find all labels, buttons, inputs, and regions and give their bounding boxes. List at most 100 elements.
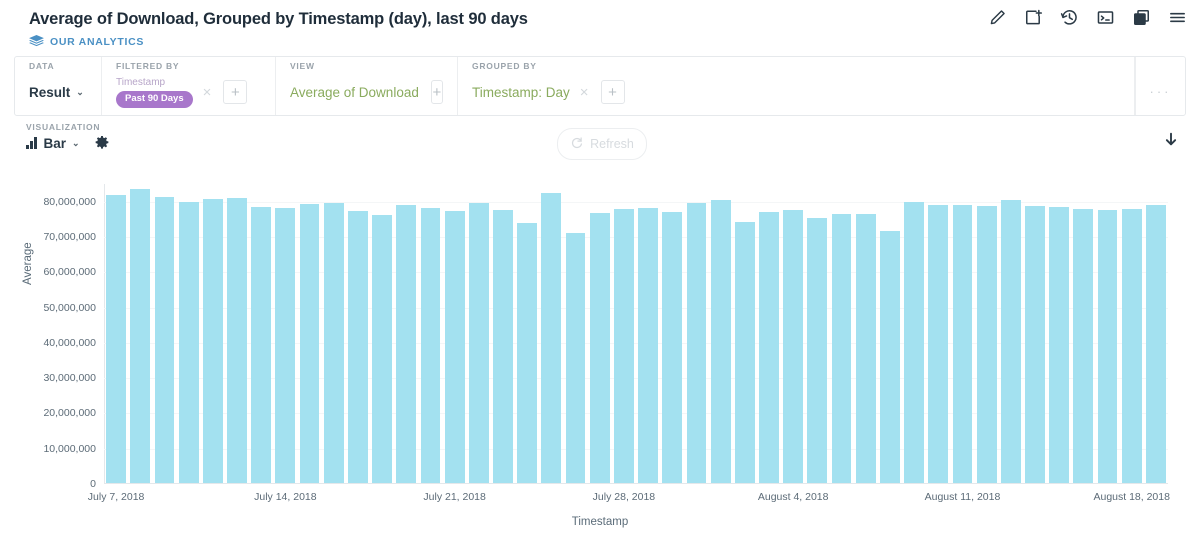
bar[interactable] (154, 197, 175, 483)
bar[interactable] (202, 198, 223, 483)
bar[interactable] (517, 222, 538, 483)
bar[interactable] (879, 231, 900, 483)
bar[interactable] (638, 207, 658, 483)
bar[interactable] (130, 189, 151, 483)
bar[interactable] (1025, 206, 1045, 483)
x-axis-line (104, 483, 1168, 484)
bar[interactable] (613, 209, 634, 483)
bar[interactable] (323, 203, 344, 483)
bar[interactable] (855, 213, 876, 483)
y-axis-tick: 60,000,000 (43, 266, 96, 279)
filter-value-pill[interactable]: Past 90 Days (116, 90, 193, 108)
view-measure[interactable]: Average of Download (290, 85, 419, 100)
x-axis-tick: August 18, 2018 (1093, 491, 1170, 503)
group-dimension[interactable]: Timestamp: Day (472, 85, 570, 100)
bar[interactable] (1097, 210, 1118, 483)
x-axis-tick: July 21, 2018 (423, 491, 486, 503)
page-header: Average of Download, Grouped by Timestam… (0, 0, 1200, 50)
y-axis-tick: 0 (90, 478, 96, 490)
bar-chart-icon (26, 137, 37, 149)
header-actions (986, 6, 1188, 28)
chevron-down-icon-viz: ⌄ (72, 138, 80, 149)
bar[interactable] (952, 204, 973, 483)
y-axis-tick: 80,000,000 (43, 195, 96, 208)
grouped-by-section-label: GROUPED BY (472, 61, 537, 71)
bar[interactable] (444, 211, 465, 483)
bar[interactable] (275, 208, 296, 483)
add-to-dashboard-icon[interactable] (1022, 6, 1044, 28)
x-axis-tick: July 14, 2018 (254, 491, 317, 503)
bar[interactable] (928, 204, 949, 483)
refresh-label: Refresh (590, 137, 634, 151)
add-group-button[interactable]: + (600, 80, 625, 104)
bar[interactable] (589, 213, 610, 483)
bar[interactable] (396, 205, 417, 483)
bar[interactable] (299, 204, 320, 483)
chart-plot-area: 0 10,000,000 20,000,000 30,000,000 40,000,00… (43, 184, 1170, 503)
bar[interactable] (468, 203, 489, 483)
bar[interactable] (976, 205, 997, 483)
query-bar: DATA Result ⌄ FILTERED BY Timestamp Past … (14, 56, 1186, 116)
data-section-label: DATA (29, 61, 55, 71)
remove-filter-button[interactable]: × (203, 85, 212, 100)
x-axis-tick: July 7, 2018 (87, 491, 145, 503)
bar[interactable] (541, 193, 562, 483)
query-section-grouped-by: GROUPED BY Timestamp: Day × + (458, 57, 1135, 115)
y-axis-tick: 20,000,000 (43, 407, 96, 420)
bar[interactable] (178, 201, 199, 483)
download-icon[interactable] (1162, 131, 1180, 149)
filter-chip[interactable]: Timestamp Past 90 Days (116, 77, 193, 108)
bar[interactable] (1049, 206, 1070, 483)
bar[interactable] (372, 214, 392, 483)
edit-icon[interactable] (986, 6, 1008, 28)
y-axis-title: Average (22, 242, 34, 285)
bar[interactable] (734, 221, 755, 483)
y-axis-tick: 10,000,000 (43, 442, 96, 455)
bar[interactable] (1073, 209, 1094, 483)
x-axis-tick: August 11, 2018 (924, 491, 1001, 503)
query-section-filter: FILTERED BY Timestamp Past 90 Days × + (102, 57, 276, 115)
chevron-down-icon: ⌄ (76, 87, 84, 98)
bar[interactable] (493, 209, 513, 483)
x-axis-title: Timestamp (571, 516, 629, 528)
bar[interactable] (565, 232, 586, 483)
query-overflow-button[interactable]: ··· (1150, 84, 1172, 99)
filter-section-label: FILTERED BY (116, 61, 180, 71)
bar[interactable] (710, 200, 731, 483)
refresh-icon (570, 136, 584, 153)
bar[interactable] (1145, 204, 1166, 483)
bar[interactable] (759, 211, 779, 483)
bar[interactable] (1000, 199, 1021, 483)
history-icon[interactable] (1058, 6, 1080, 28)
bar[interactable] (347, 210, 368, 483)
y-axis-tick: 50,000,000 (43, 301, 96, 314)
refresh-button[interactable]: Refresh (557, 128, 647, 160)
bar[interactable] (251, 206, 272, 483)
data-source-select[interactable]: Result ⌄ (29, 85, 84, 100)
add-filter-button[interactable]: + (223, 80, 248, 104)
bar[interactable] (106, 195, 126, 483)
bar[interactable] (1121, 209, 1142, 483)
menu-icon[interactable] (1166, 6, 1188, 28)
console-icon[interactable] (1094, 6, 1116, 28)
breadcrumb[interactable]: OUR ANALYTICS (29, 35, 1184, 48)
chart-container: Average 0 10,000,000 20,000,000 30,000,000 4… (14, 170, 1186, 530)
gear-icon[interactable] (94, 135, 110, 151)
bar[interactable] (662, 211, 683, 483)
bar[interactable] (807, 218, 828, 483)
breadcrumb-label: OUR ANALYTICS (50, 35, 145, 48)
visualization-type-value: Bar (43, 135, 67, 151)
bar[interactable] (783, 210, 804, 483)
duplicate-icon[interactable] (1130, 6, 1152, 28)
query-section-view: VIEW Average of Download + (276, 57, 458, 115)
bar[interactable] (904, 202, 924, 483)
x-axis-tick: August 4, 2018 (757, 491, 829, 503)
add-view-button[interactable]: + (430, 80, 443, 104)
bar[interactable] (686, 202, 707, 483)
bar[interactable] (420, 208, 441, 483)
bar[interactable] (227, 198, 247, 483)
query-overflow-cell: ··· (1135, 57, 1185, 115)
bar[interactable] (831, 214, 852, 483)
visualization-type-select[interactable]: Bar ⌄ (44, 136, 80, 151)
remove-group-button[interactable]: × (580, 85, 589, 100)
